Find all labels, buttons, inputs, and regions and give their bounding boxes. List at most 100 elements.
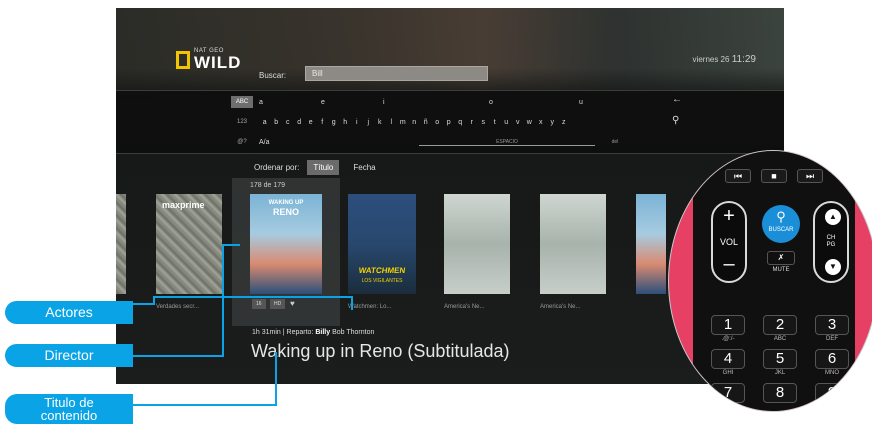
backspace-arrow-icon[interactable]: ← bbox=[672, 94, 682, 105]
poster-partial-left[interactable] bbox=[116, 194, 126, 294]
keyboard-key[interactable]: ñ bbox=[420, 119, 432, 126]
poster-americas-2[interactable] bbox=[540, 194, 606, 294]
audio-icon: ♥ bbox=[290, 299, 295, 308]
keyboard-key[interactable]: g bbox=[328, 119, 340, 126]
keyboard-key[interactable]: c bbox=[282, 119, 294, 126]
search-button[interactable]: ⚲ BUSCAR bbox=[762, 205, 800, 243]
keyboard-key[interactable]: w bbox=[524, 119, 536, 126]
poster-art-title-1: WAKING UP bbox=[268, 200, 304, 206]
keyboard-key[interactable]: o bbox=[432, 119, 444, 126]
key-8[interactable]: 8 bbox=[763, 383, 797, 403]
volume-label: VOL bbox=[719, 237, 738, 247]
key-i-accent[interactable]: i bbox=[383, 99, 489, 106]
keyboard-key[interactable]: l bbox=[386, 119, 398, 126]
key-1[interactable]: 1 bbox=[711, 315, 745, 335]
keyboard-letters: abcdefghijklmnñopqrstuvwxyz bbox=[259, 119, 570, 126]
keyboard-row-1: ABC a e i o u bbox=[231, 96, 599, 108]
date-label: viernes 26 bbox=[692, 55, 730, 64]
keyboard-key[interactable]: q bbox=[455, 119, 467, 126]
keyboard-row-3: @? A/a ESPACIO del bbox=[231, 136, 635, 148]
keyboard-mode-123[interactable]: 123 bbox=[231, 116, 253, 128]
keyboard-key[interactable]: e bbox=[305, 119, 317, 126]
keyboard-key[interactable]: v bbox=[512, 119, 524, 126]
poster-verdades[interactable]: maxprime bbox=[156, 194, 222, 294]
sort-option-title[interactable]: Título bbox=[307, 160, 340, 175]
keyboard-key[interactable]: b bbox=[271, 119, 283, 126]
poster-partial-right[interactable] bbox=[636, 194, 666, 294]
key-4[interactable]: 4 bbox=[711, 349, 745, 369]
key-u-accent[interactable]: u bbox=[579, 99, 599, 106]
key-9[interactable]: 9 bbox=[815, 383, 849, 403]
search-input[interactable]: Bill bbox=[305, 66, 488, 81]
search-button-label: BUSCAR bbox=[768, 227, 794, 233]
channel-label: CH PG bbox=[826, 235, 836, 248]
key-2[interactable]: 2 bbox=[763, 315, 797, 335]
channel-rocker[interactable]: ▲ CH PG ▼ bbox=[813, 201, 849, 283]
key-7[interactable]: 7 bbox=[711, 383, 745, 403]
poster-caption: America's Ne... bbox=[444, 304, 485, 310]
keyboard-row-2: 123 abcdefghijklmnñopqrstuvwxyz bbox=[231, 116, 570, 128]
callout-actors: Actores bbox=[5, 301, 133, 324]
search-label: Buscar: bbox=[259, 71, 287, 80]
callout-line-actors-h bbox=[153, 296, 351, 298]
remote-control-zoom: ⏮ ■ ⏭ + VOL – ⚲ BUSCAR ✗ MUTE ▲ CH PG ▼ 1… bbox=[668, 150, 872, 412]
sort-option-date[interactable]: Fecha bbox=[347, 160, 381, 175]
keyboard-key[interactable]: p bbox=[443, 119, 455, 126]
cast-match: Billy bbox=[315, 329, 331, 336]
key-e-accent[interactable]: e bbox=[321, 99, 383, 106]
keyboard-mode-symbols[interactable]: @? bbox=[231, 136, 253, 148]
plus-icon: + bbox=[723, 205, 735, 227]
keyboard-mode-abc[interactable]: ABC bbox=[231, 96, 253, 108]
key-3-sub: DEF bbox=[826, 336, 838, 342]
keyboard-key[interactable]: i bbox=[351, 119, 363, 126]
keyboard-key[interactable]: j bbox=[363, 119, 375, 126]
callout-line-director-v bbox=[222, 244, 224, 357]
callout-line-title-v bbox=[275, 352, 277, 406]
keyboard-key[interactable]: x bbox=[535, 119, 547, 126]
key-a-accent[interactable]: a bbox=[259, 99, 321, 106]
keyboard-key[interactable]: r bbox=[466, 119, 478, 126]
keyboard-key[interactable]: s bbox=[478, 119, 490, 126]
callout-director: Director bbox=[5, 344, 133, 367]
channel-up-icon: ▲ bbox=[825, 209, 841, 225]
key-5[interactable]: 5 bbox=[763, 349, 797, 369]
poster-watchmen[interactable]: WATCHMEN LOS VIGILANTES bbox=[348, 194, 416, 294]
callout-content-title: Titulo de contenido bbox=[5, 394, 133, 424]
poster-waking-up-in-reno[interactable]: WAKING UP RENO bbox=[250, 194, 322, 294]
keyboard-key[interactable]: u bbox=[501, 119, 513, 126]
keyboard-key[interactable]: t bbox=[489, 119, 501, 126]
key-case-toggle[interactable]: A/a bbox=[259, 139, 419, 146]
callout-line-actors bbox=[133, 303, 153, 305]
key-3[interactable]: 3 bbox=[815, 315, 849, 335]
keyboard-key[interactable]: y bbox=[547, 119, 559, 126]
sort-bar: Ordenar por: Título Fecha bbox=[254, 160, 382, 175]
keyboard-key[interactable]: z bbox=[558, 119, 570, 126]
stop-button[interactable]: ■ bbox=[761, 169, 787, 183]
keyboard-key[interactable]: d bbox=[294, 119, 306, 126]
fast-forward-button[interactable]: ⏭ bbox=[797, 169, 823, 183]
keyboard-key[interactable]: h bbox=[340, 119, 352, 126]
keyboard-key[interactable]: k bbox=[374, 119, 386, 126]
keyboard-key[interactable]: a bbox=[259, 119, 271, 126]
key-5-sub: JKL bbox=[774, 370, 786, 376]
keyboard-key[interactable]: n bbox=[409, 119, 421, 126]
volume-rocker[interactable]: + VOL – bbox=[711, 201, 747, 283]
callout-line-title bbox=[133, 404, 277, 406]
keyboard-key[interactable]: f bbox=[317, 119, 329, 126]
rewind-button[interactable]: ⏮ bbox=[725, 169, 751, 183]
key-space[interactable]: ESPACIO bbox=[419, 139, 595, 146]
content-title: Waking up in Reno (Subtitulada) bbox=[251, 341, 510, 361]
keyboard-key[interactable]: m bbox=[397, 119, 409, 126]
poster-caption: Watchmen: Lo... bbox=[348, 304, 392, 310]
poster-brand-text: maxprime bbox=[162, 200, 205, 210]
mute-button[interactable]: ✗ bbox=[767, 251, 795, 265]
minus-icon: – bbox=[723, 253, 735, 275]
search-icon[interactable]: ⚲ bbox=[672, 115, 679, 126]
date-time: viernes 26 11:29 bbox=[693, 54, 756, 65]
key-o-accent[interactable]: o bbox=[489, 99, 579, 106]
channel-down-icon: ▼ bbox=[825, 259, 841, 275]
key-6[interactable]: 6 bbox=[815, 349, 849, 369]
key-delete[interactable]: del bbox=[595, 139, 635, 145]
poster-americas-1[interactable] bbox=[444, 194, 510, 294]
callout-line-director bbox=[133, 355, 223, 357]
